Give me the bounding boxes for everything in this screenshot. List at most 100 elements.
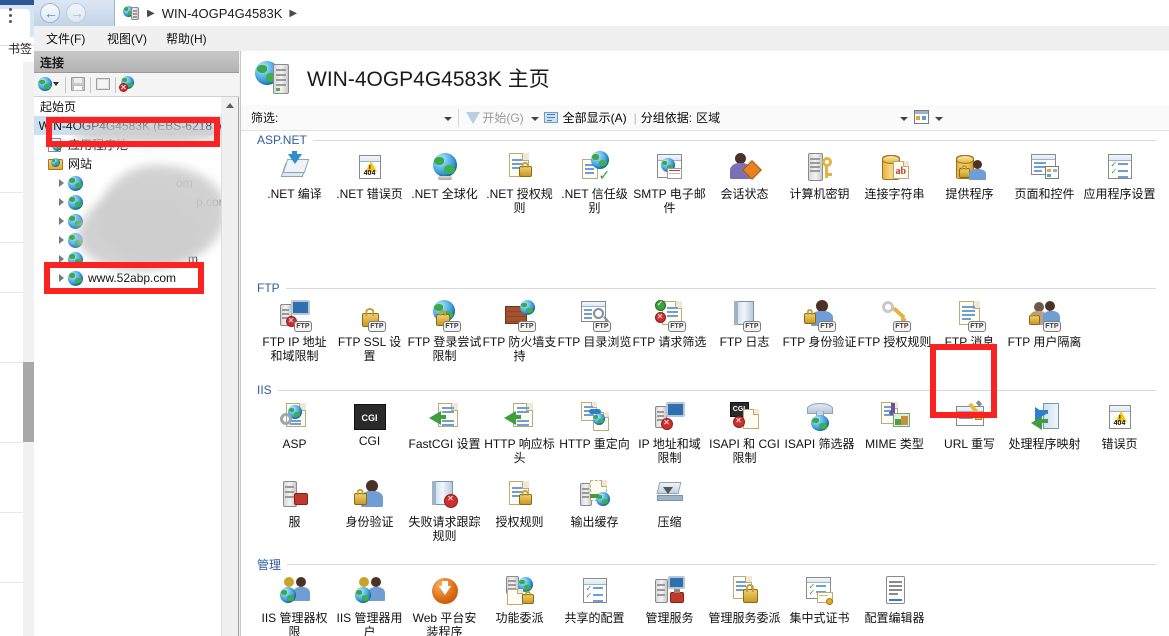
filter-bar: 筛选: 开始(G) 全部显示(A) | 分组依据: 区域 — [241, 105, 1169, 131]
feature-tile-web-platform-installer[interactable]: Web 平台安装程序 — [407, 571, 482, 636]
breadcrumb-separator-2[interactable]: ▶ — [289, 8, 297, 19]
feature-tile-connection-strings[interactable]: ab 连接字符串 — [857, 147, 932, 225]
open-site-icon[interactable] — [95, 76, 115, 94]
forward-button[interactable]: → — [66, 3, 86, 23]
feature-tile-ftp-logon-attempt-restrictions[interactable]: FTP FTP 登录尝试限制 — [407, 295, 482, 373]
feature-tile-configuration-editor[interactable]: 配置编辑器 — [857, 571, 932, 636]
background-tab[interactable] — [0, 9, 30, 37]
feature-tile-ftp-user-isolation[interactable]: FTP FTP 用户隔离 — [1007, 295, 1082, 373]
feature-tile-output-caching[interactable]: 输出缓存 — [557, 475, 632, 553]
tree-item-site-52abp[interactable]: www.52abp.com — [56, 268, 176, 287]
chevron-down-icon[interactable] — [527, 109, 541, 127]
http-response-headers-icon — [503, 401, 536, 433]
feature-tile-pages-and-controls[interactable]: 页面和控件 — [1007, 147, 1082, 225]
breadcrumb-separator: ▶ — [147, 7, 155, 19]
tree-scroll-up-button[interactable] — [221, 97, 238, 114]
feature-label: 压缩 — [657, 515, 682, 529]
feature-tile-ftp-ip-domain-restrictions[interactable]: FTP FTP IP 地址和域限制 — [257, 295, 332, 373]
feature-tile-http-response-headers[interactable]: HTTP 响应标头 — [482, 397, 557, 475]
view-mode-icon[interactable] — [914, 110, 931, 125]
kebab-menu-icon[interactable] — [9, 8, 12, 26]
feature-tile-isapi-filters[interactable]: ISAPI 筛选器 — [782, 397, 857, 475]
feature-tile-ftp-authentication[interactable]: FTP FTP 身份验证 — [782, 295, 857, 373]
feature-tile-ftp-ssl-settings[interactable]: FTP FTP SSL 设置 — [332, 295, 407, 373]
feature-tile-authentication[interactable]: 身份验证 — [332, 475, 407, 553]
feature-tile-asp[interactable]: ASP — [257, 397, 332, 475]
chevron-down-icon[interactable] — [931, 109, 945, 127]
mime-types-icon — [879, 401, 911, 433]
breadcrumb[interactable]: ▶ WIN-4OGP4G4583K ▶ — [114, 0, 1169, 26]
chevron-right-icon[interactable] — [56, 272, 67, 283]
connect-to-server-icon[interactable] — [38, 76, 59, 94]
feature-tile-management-service[interactable]: 管理服务 — [632, 571, 707, 636]
feature-tile-iis-manager-permissions[interactable]: IIS 管理器权限 — [257, 571, 332, 636]
feature-tile-error-pages[interactable]: 404 错误页 — [1082, 397, 1157, 475]
feature-tile-ftp-request-filtering[interactable]: FTP FTP 请求筛选 — [632, 295, 707, 373]
background-scrollbar-thumb[interactable] — [23, 362, 34, 442]
feature-tile-ftp-directory-browsing[interactable]: FTP FTP 目录浏览 — [557, 295, 632, 373]
feature-tile-application-settings[interactable]: ✓ ✓ 应用程序设置 — [1082, 147, 1157, 225]
feature-tile-net-authorization-rules[interactable]: .NET 授权规则 — [482, 147, 557, 225]
filter-input[interactable] — [282, 107, 441, 128]
feature-tile-shared-configuration[interactable]: ✓ ✓ 共享的配置 — [557, 571, 632, 636]
connections-tree[interactable]: 起始页 WIN-4OGP4G4583K (EBS-62187\ 应用程序池 — [34, 97, 222, 636]
feature-tile-net-compilation[interactable]: .NET 编译 — [257, 147, 332, 225]
feature-tile-session-state[interactable]: 会话状态 — [707, 147, 782, 225]
tree-item-start-page[interactable]: 起始页 — [40, 97, 76, 116]
back-button[interactable]: ← — [40, 3, 60, 23]
feature-label: FTP 目录浏览 — [557, 335, 632, 349]
chevron-down-icon[interactable] — [440, 109, 454, 127]
background-scrollbar[interactable] — [23, 62, 34, 636]
feature-tile-net-error-pages[interactable]: 404 .NET 错误页 — [332, 147, 407, 225]
feature-tile-compression[interactable]: 压缩 — [632, 475, 707, 553]
chevron-right-icon[interactable] — [56, 177, 67, 188]
feature-tile-authorization-rules[interactable]: 授权规则 — [482, 475, 557, 553]
feature-tile-server-certificates[interactable]: 服 — [257, 475, 332, 553]
feature-delegation-icon — [504, 575, 536, 607]
menu-view[interactable]: 视图(V) — [101, 30, 153, 48]
chevron-down-icon[interactable] — [896, 109, 910, 127]
feature-tile-handler-mappings[interactable]: 处理程序映射 — [1007, 397, 1082, 475]
tree-item-label: 起始页 — [40, 100, 77, 114]
feature-tile-cgi[interactable]: CGI CGI — [332, 397, 407, 475]
feature-tile-smtp-email[interactable]: SMTP 电子邮件 — [632, 147, 707, 225]
feature-tile-fastcgi-settings[interactable]: FastCGI 设置 — [407, 397, 482, 475]
feature-tile-providers[interactable]: 提供程序 — [932, 147, 1007, 225]
group-by-select[interactable]: 区域 — [696, 109, 896, 126]
chevron-right-icon[interactable] — [56, 253, 67, 264]
connections-pane: 连接 ✕ 起始页 应用程序池 网站 m www.52abp.com — [34, 51, 239, 636]
feature-tile-net-trust-levels[interactable]: .NET 信任级别 — [557, 147, 632, 225]
divider — [287, 563, 1156, 565]
menu-help[interactable]: 帮助(H) — [160, 30, 213, 48]
chevron-right-icon[interactable] — [56, 215, 67, 226]
feature-tile-management-service-delegation[interactable]: 管理服务委派 — [707, 571, 782, 636]
tree-item-label: 网站 — [68, 157, 93, 171]
site-globe-icon — [68, 194, 84, 210]
go-button[interactable]: 开始(G) — [463, 108, 526, 128]
menu-file[interactable]: 文件(F) — [40, 30, 91, 48]
save-connections-icon[interactable] — [70, 76, 90, 94]
show-all-button[interactable]: 全部显示(A) — [541, 108, 630, 128]
feature-tile-ip-domain-restrictions[interactable]: IP 地址和域限制 — [632, 397, 707, 475]
feature-tile-mime-types[interactable]: MIME 类型 — [857, 397, 932, 475]
feature-tile-url-rewrite[interactable]: URL 重写 — [932, 397, 1007, 475]
chevron-right-icon[interactable] — [56, 234, 67, 245]
breadcrumb-server[interactable]: WIN-4OGP4G4583K — [162, 6, 283, 21]
feature-tile-net-globalization[interactable]: .NET 全球化 — [407, 147, 482, 225]
feature-tile-iis-manager-users[interactable]: IIS 管理器用户 — [332, 571, 407, 636]
feature-tile-ftp-authorization-rules[interactable]: FTP FTP 授权规则 — [857, 295, 932, 373]
feature-tile-http-redirect[interactable]: HTTP 重定向 — [557, 397, 632, 475]
feature-tile-feature-delegation[interactable]: 功能委派 — [482, 571, 557, 636]
tree-scrollbar[interactable] — [221, 97, 238, 636]
feature-tile-ftp-firewall-support[interactable]: FTP FTP 防火墙支持 — [482, 295, 557, 373]
feature-tile-machine-key[interactable]: 计算机密钥 — [782, 147, 857, 225]
chevron-right-icon[interactable] — [56, 196, 67, 207]
tree-item-sites[interactable]: 网站 — [48, 154, 92, 173]
feature-tile-ftp-messages[interactable]: FTP FTP 消息 — [932, 295, 1007, 373]
management-service-icon — [654, 575, 686, 607]
feature-tile-centralized-certificates[interactable]: ✓ ✓ 集中式证书 — [782, 571, 857, 636]
feature-tile-failed-request-tracing-rules[interactable]: 失败请求跟踪规则 — [407, 475, 482, 553]
disconnect-icon[interactable] — [119, 76, 140, 94]
feature-tile-ftp-logging[interactable]: FTP FTP 日志 — [707, 295, 782, 373]
feature-tile-isapi-cgi-restrictions[interactable]: CGI ISAPI 和 CGI 限制 — [707, 397, 782, 475]
